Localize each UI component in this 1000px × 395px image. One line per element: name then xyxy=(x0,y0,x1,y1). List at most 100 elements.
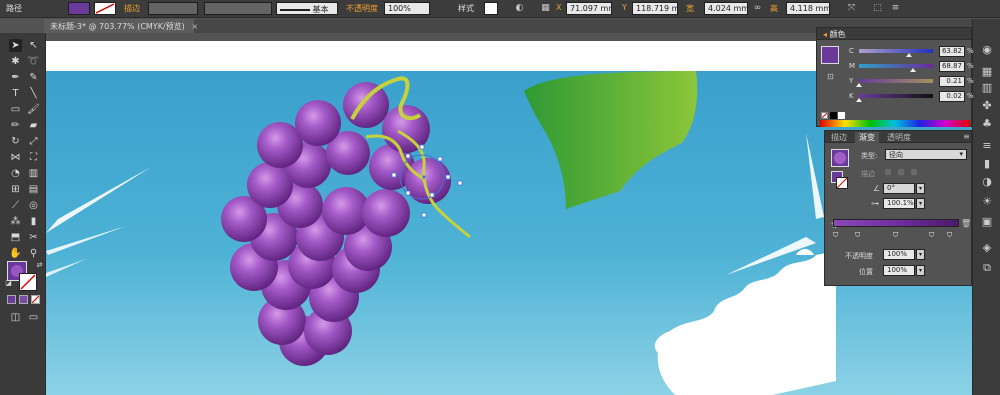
stroke-gradient-options-icon[interactable]: ▥ ▥ ▥ xyxy=(885,168,961,179)
default-colors-icon[interactable]: ◪ xyxy=(2,277,15,290)
rectangle-tool-icon[interactable]: ▭ xyxy=(9,103,22,116)
black-value[interactable]: 0.02 xyxy=(939,91,965,102)
line-tool-icon[interactable]: ╲ xyxy=(27,87,40,100)
pencil-tool-icon[interactable]: ✏ xyxy=(9,119,22,132)
swap-colors-icon[interactable]: ⇄ xyxy=(33,259,46,272)
link-proportions-icon[interactable]: ∞ xyxy=(752,3,763,14)
blend-tool-icon[interactable]: ◎ xyxy=(27,199,40,212)
style-swatch[interactable] xyxy=(484,2,498,15)
angle-dropdown-button[interactable]: ▾ xyxy=(916,183,925,194)
transparency-icon[interactable]: ◑ xyxy=(980,175,994,189)
mesh-tool-icon[interactable]: ⊞ xyxy=(9,183,22,196)
opacity-label[interactable]: 不透明度 xyxy=(346,3,378,14)
perspective-grid-tool-icon[interactable]: ▥ xyxy=(27,167,40,180)
swatches-icon[interactable]: ▥ xyxy=(980,81,994,95)
yellow-track[interactable] xyxy=(859,79,933,83)
tab-stroke[interactable]: 描边 xyxy=(827,132,851,143)
y-field[interactable]: 118.719 mm xyxy=(632,2,678,15)
out-of-gamut-icon[interactable]: ⊡ xyxy=(827,72,834,81)
fill-swatch[interactable] xyxy=(68,2,90,15)
width-tool-icon[interactable]: ⋈ xyxy=(9,151,22,164)
color-mode-button[interactable] xyxy=(7,295,16,304)
graphic-styles-icon[interactable]: ▣ xyxy=(980,215,994,229)
symbol-sprayer-tool-icon[interactable]: ⁂ xyxy=(9,215,22,228)
magenta-knob[interactable] xyxy=(910,68,916,72)
none-mode-button[interactable] xyxy=(31,295,40,304)
type-tool-icon[interactable]: T xyxy=(9,87,22,100)
appearance-icon[interactable]: ☀ xyxy=(980,195,994,209)
black-slider[interactable]: K 0.02 % xyxy=(849,91,974,103)
stop-location-field[interactable]: 100% xyxy=(883,265,915,276)
opacity-dropdown-button[interactable]: ▾ xyxy=(916,249,925,260)
yellow-slider[interactable]: Y 0.21 % xyxy=(849,76,974,88)
tab-gradient[interactable]: 渐变 xyxy=(855,132,879,143)
color-panel-icon[interactable]: ◉ xyxy=(980,43,994,57)
black-track[interactable] xyxy=(859,94,933,98)
magic-wand-tool-icon[interactable]: ✱ xyxy=(9,55,22,68)
scale-tool-icon[interactable]: ⤢ xyxy=(27,135,40,148)
color-guide-icon[interactable]: ▦ xyxy=(980,65,994,79)
gradient-stop-5[interactable]: ⛉ xyxy=(947,231,952,240)
transform-icon[interactable]: ⤧ xyxy=(846,3,857,14)
gradient-icon[interactable]: ▮ xyxy=(980,157,994,171)
opacity-field[interactable]: 100% xyxy=(384,2,430,15)
gradient-aspect-field[interactable]: 100.1% xyxy=(883,198,915,209)
stroke-swatch[interactable] xyxy=(94,2,116,15)
cyan-slider[interactable]: C 63.82 % xyxy=(849,46,974,58)
stroke-weight-field[interactable] xyxy=(148,2,198,15)
gradient-mode-button[interactable] xyxy=(19,295,28,304)
align-grid-icon[interactable]: ▦ xyxy=(540,3,551,14)
gradient-stop-3[interactable]: ⛉ xyxy=(893,231,898,240)
slice-tool-icon[interactable]: ✂ xyxy=(27,231,40,244)
tab-transparency[interactable]: 透明度 xyxy=(883,132,915,143)
location-dropdown-button[interactable]: ▾ xyxy=(916,265,925,276)
eyedropper-tool-icon[interactable]: ⟋ xyxy=(9,199,22,212)
direct-selection-tool-icon[interactable]: ↖ xyxy=(27,39,40,52)
screen-mode-icon[interactable]: ▭ xyxy=(27,311,40,324)
gradient-stop-4[interactable]: ⛉ xyxy=(929,231,934,240)
hand-tool-icon[interactable]: ✋ xyxy=(9,247,22,260)
panel-menu-icon[interactable]: ≡ xyxy=(890,3,901,14)
document-tab[interactable]: 未标题-3* @ 703.77% (CMYK/预览) × xyxy=(44,19,198,33)
isolate-icon[interactable]: ⬚ xyxy=(872,3,883,14)
brush-profile-field[interactable]: 基本 xyxy=(276,2,338,15)
draw-mode-icon[interactable]: ◫ xyxy=(9,311,22,324)
white-swatch[interactable] xyxy=(838,112,845,119)
gradient-slider-bar[interactable] xyxy=(833,219,959,227)
gradient-stroke-indicator[interactable] xyxy=(836,177,848,189)
cyan-value[interactable]: 63.82 xyxy=(939,46,965,57)
height-field[interactable]: 4.118 mm xyxy=(786,2,830,15)
eraser-tool-icon[interactable]: ▰ xyxy=(27,119,40,132)
lasso-tool-icon[interactable]: ➰ xyxy=(27,55,40,68)
magenta-track[interactable] xyxy=(859,64,933,68)
none-swatch[interactable] xyxy=(821,112,828,119)
pen-tool-icon[interactable]: ✒ xyxy=(9,71,22,84)
gradient-stop-1[interactable]: ⛉ xyxy=(833,231,838,240)
layers-icon[interactable]: ◈ xyxy=(980,241,994,255)
color-spectrum[interactable] xyxy=(820,120,970,127)
width-field[interactable]: 4.024 mm xyxy=(704,2,748,15)
x-field[interactable]: 71.097 mm xyxy=(566,2,612,15)
aspect-dropdown-button[interactable]: ▾ xyxy=(916,198,925,209)
shape-builder-tool-icon[interactable]: ◔ xyxy=(9,167,22,180)
symbols-icon[interactable]: ♣ xyxy=(980,117,994,131)
free-transform-tool-icon[interactable]: ⛶ xyxy=(27,151,40,164)
magenta-slider[interactable]: M 68.87 % xyxy=(849,61,974,73)
column-graph-tool-icon[interactable]: ▮ xyxy=(27,215,40,228)
gradient-tool-icon[interactable]: ▤ xyxy=(27,183,40,196)
artboard-tool-icon[interactable]: ⬒ xyxy=(9,231,22,244)
curvature-tool-icon[interactable]: ✎ xyxy=(27,71,40,84)
black-knob[interactable] xyxy=(856,98,862,102)
trash-icon[interactable]: 🗑 xyxy=(961,219,971,228)
gradient-panel-menu-icon[interactable]: ≡ xyxy=(959,132,974,141)
gradient-angle-field[interactable]: 0° xyxy=(883,183,915,194)
brushes-icon[interactable]: ✤ xyxy=(980,99,994,113)
gradient-preview[interactable] xyxy=(831,149,849,167)
yellow-value[interactable]: 0.21 xyxy=(939,76,965,87)
stroke-icon[interactable]: ≡ xyxy=(980,139,994,153)
selection-tool-icon[interactable]: ➤ xyxy=(9,39,22,52)
cyan-knob[interactable] xyxy=(906,53,912,57)
stroke-color-box[interactable] xyxy=(19,273,37,291)
magenta-value[interactable]: 68.87 xyxy=(939,61,965,72)
recolor-icon[interactable]: ◐ xyxy=(514,3,525,14)
